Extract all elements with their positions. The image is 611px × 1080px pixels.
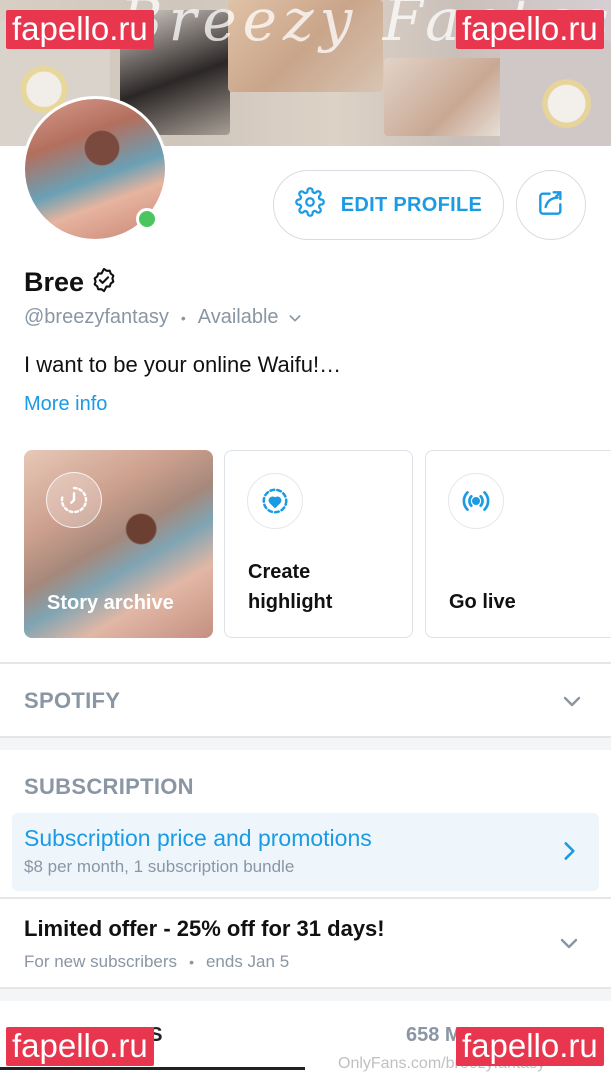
divider	[0, 662, 611, 664]
profile-bio: I want to be your online Waifu!…	[24, 352, 342, 377]
watermark: fapello.ru	[6, 1027, 154, 1066]
chevron-down-icon	[289, 314, 301, 321]
avatar[interactable]	[22, 96, 168, 242]
cover-photo	[384, 58, 506, 136]
story-archive-card[interactable]: Story archive	[24, 450, 213, 638]
subscription-promotions-subtitle: $8 per month, 1 subscription bundle	[24, 857, 295, 876]
story-archive-icon	[46, 472, 102, 528]
cover-photo	[500, 40, 611, 146]
active-tab-indicator	[0, 1067, 305, 1070]
section-gap	[0, 738, 611, 750]
story-archive-label: Story archive	[47, 592, 174, 614]
online-indicator	[136, 208, 158, 230]
tab-media[interactable]: 658 M	[406, 1024, 462, 1047]
divider	[0, 897, 611, 899]
watermark: fapello.ru	[456, 1027, 604, 1066]
chevron-down-icon[interactable]	[560, 689, 584, 713]
handle-row: @breezyfantasy • Available	[24, 306, 303, 329]
create-highlight-label: Create highlight	[248, 561, 333, 613]
subscription-promotions-title[interactable]: Subscription price and promotions	[24, 825, 372, 852]
verified-icon	[90, 266, 118, 299]
limited-offer-title[interactable]: Limited offer - 25% off for 31 days!	[24, 916, 385, 942]
live-icon	[448, 473, 504, 529]
spotify-section-title[interactable]: SPOTIFY	[24, 688, 120, 714]
go-live-card[interactable]: Go live	[425, 450, 611, 638]
share-button[interactable]	[516, 170, 586, 240]
highlight-icon	[247, 473, 303, 529]
offer-end-date: ends Jan 5	[205, 952, 290, 971]
limited-offer-subtitle: For new subscribers • ends Jan 5	[24, 952, 289, 972]
create-highlight-card[interactable]: Create highlight	[224, 450, 413, 638]
separator-dot: •	[189, 954, 194, 970]
share-icon	[535, 187, 567, 224]
offer-audience: For new subscribers	[24, 952, 178, 971]
gear-icon	[294, 187, 325, 223]
profile-name: Bree	[24, 267, 85, 297]
edit-profile-button[interactable]: EDIT PROFILE	[273, 170, 504, 240]
subscription-section-title: SUBSCRIPTION	[24, 774, 194, 799]
chevron-right-icon[interactable]	[556, 838, 582, 864]
watermark: fapello.ru	[456, 10, 604, 49]
separator-dot: •	[180, 309, 186, 326]
edit-profile-label: EDIT PROFILE	[340, 193, 483, 216]
chevron-down-icon[interactable]	[557, 931, 581, 955]
section-gap	[0, 989, 611, 1001]
more-info-link[interactable]: More info	[24, 393, 107, 416]
status-dropdown[interactable]: Available	[198, 306, 303, 329]
profile-handle: @breezyfantasy	[24, 306, 169, 328]
status-label: Available	[197, 306, 279, 328]
go-live-label: Go live	[449, 591, 516, 613]
profile-name-row: Bree	[24, 266, 118, 299]
watermark: fapello.ru	[6, 10, 154, 49]
